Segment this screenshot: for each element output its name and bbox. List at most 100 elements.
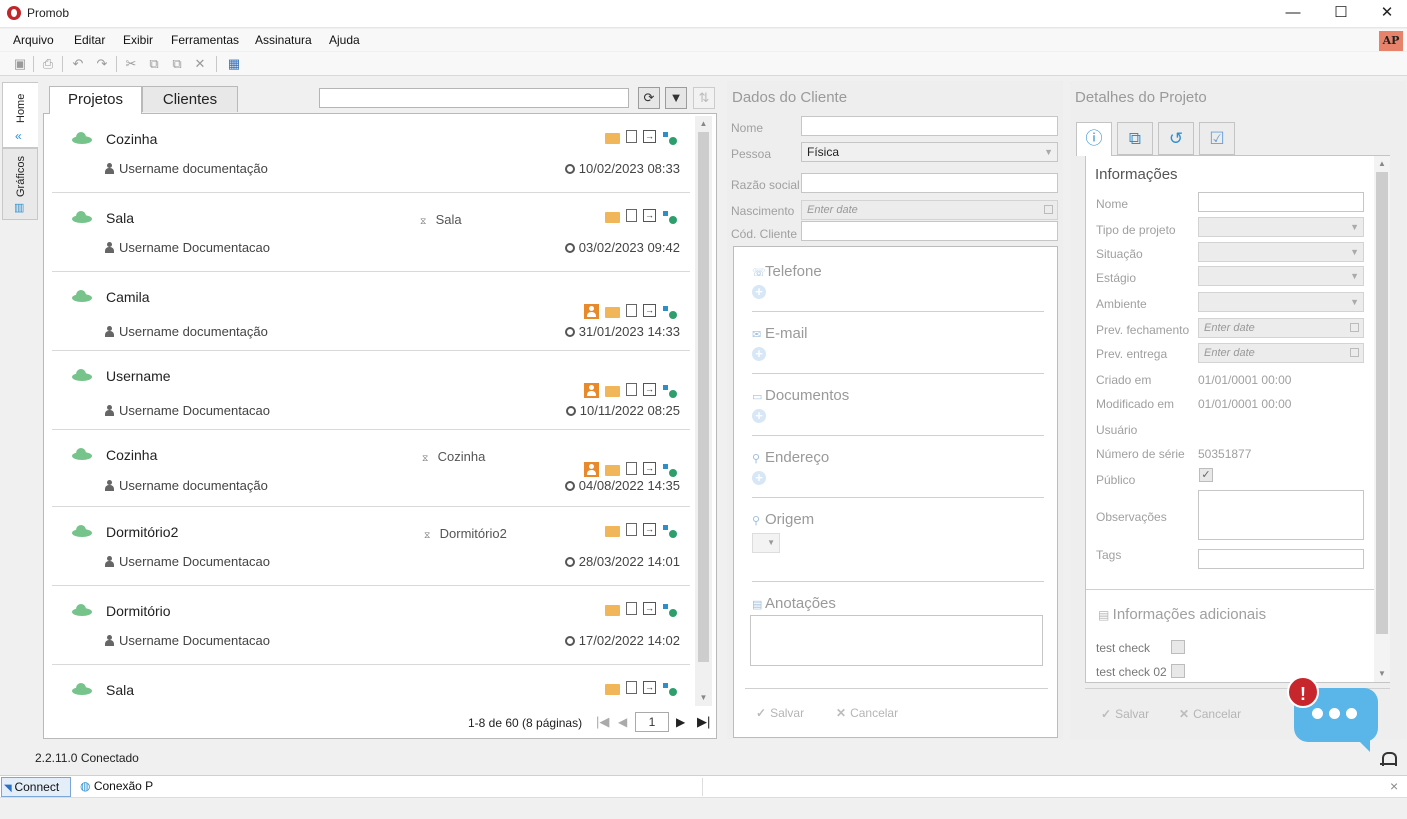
test-check-02-checkbox[interactable]: [1171, 664, 1185, 678]
refresh-button[interactable]: ⟳: [638, 87, 660, 109]
nascimento-input[interactable]: Enter date: [801, 200, 1058, 220]
anotacoes-textarea[interactable]: [750, 615, 1043, 666]
filter-button[interactable]: ▼: [665, 87, 687, 109]
next-page-button[interactable]: ▶: [676, 715, 685, 735]
tab-checklist[interactable]: ☑: [1199, 122, 1235, 155]
add-environment-icon[interactable]: [662, 523, 678, 538]
duplicate-icon[interactable]: [626, 209, 637, 222]
add-documento-icon[interactable]: +: [752, 409, 766, 423]
tab-clientes[interactable]: Clientes: [142, 86, 238, 112]
add-environment-icon[interactable]: [662, 602, 678, 617]
tab-history[interactable]: ↺: [1158, 122, 1194, 155]
menu-arquivo[interactable]: Arquivo: [13, 33, 54, 47]
add-email-icon[interactable]: +: [752, 347, 766, 361]
duplicate-icon[interactable]: [626, 681, 637, 694]
publico-checkbox[interactable]: ✓: [1199, 468, 1213, 482]
conexao-button[interactable]: ◍ Conexão P: [80, 777, 153, 797]
add-environment-icon[interactable]: [662, 462, 678, 477]
minimize-button[interactable]: —: [1270, 0, 1316, 28]
prev-entrega-input[interactable]: Enter date: [1198, 343, 1364, 363]
project-row[interactable]: Username → Username Documentacao 10/11/2…: [52, 351, 690, 430]
client-cancel-button[interactable]: ✕ Cancelar: [836, 706, 898, 720]
observacoes-textarea[interactable]: [1198, 490, 1364, 540]
open-folder-icon[interactable]: [605, 307, 620, 318]
layout-icon[interactable]: ▦: [225, 55, 243, 73]
origem-select[interactable]: ▼: [752, 533, 780, 553]
strip-close-button[interactable]: ×: [1390, 777, 1398, 797]
open-folder-icon[interactable]: [605, 465, 620, 476]
redo-icon[interactable]: ↷: [93, 55, 111, 73]
export-icon[interactable]: →: [643, 602, 656, 615]
alert-badge[interactable]: !: [1287, 676, 1319, 708]
calendar-icon[interactable]: [1044, 205, 1053, 214]
add-environment-icon[interactable]: [662, 383, 678, 398]
project-cancel-button[interactable]: ✕ Cancelar: [1179, 707, 1241, 721]
connect-button[interactable]: ◥ Connect: [1, 777, 71, 797]
calendar-icon[interactable]: [1350, 323, 1359, 332]
export-icon[interactable]: →: [643, 523, 656, 536]
project-row[interactable]: Dormitório2 ⧖ Dormitório2 → Username Doc…: [52, 507, 690, 586]
delete-icon[interactable]: ✕: [191, 55, 209, 73]
cod-input[interactable]: [801, 221, 1058, 241]
add-endereco-icon[interactable]: +: [752, 471, 766, 485]
nome-input[interactable]: [801, 116, 1058, 136]
open-folder-icon[interactable]: [605, 526, 620, 537]
scroll-up-icon[interactable]: ▲: [1374, 156, 1390, 172]
tab-graficos[interactable]: Gráficos ▥: [2, 148, 38, 220]
project-row[interactable]: Sala ⧖ Sala → Username Documentacao 03/0…: [52, 193, 690, 272]
project-row[interactable]: Camila → Username documentação 31/01/202…: [52, 272, 690, 351]
menu-editar[interactable]: Editar: [74, 33, 105, 47]
duplicate-icon[interactable]: [626, 462, 637, 475]
tab-projetos[interactable]: Projetos: [49, 86, 142, 114]
ambiente-select[interactable]: ▼: [1198, 292, 1364, 312]
menu-assinatura[interactable]: Assinatura: [255, 33, 312, 47]
save-icon[interactable]: ▣: [11, 55, 29, 73]
scroll-thumb[interactable]: [698, 132, 709, 662]
project-row[interactable]: Sala →: [52, 665, 690, 705]
client-icon[interactable]: [584, 304, 599, 319]
export-icon[interactable]: →: [643, 209, 656, 222]
duplicate-icon[interactable]: [626, 523, 637, 536]
razao-input[interactable]: [801, 173, 1058, 193]
duplicate-icon[interactable]: [626, 304, 637, 317]
tags-input[interactable]: [1198, 549, 1364, 569]
project-row[interactable]: Dormitório → Username Documentacao 17/02…: [52, 586, 690, 665]
last-page-button[interactable]: ▶|: [697, 714, 710, 734]
menu-ajuda[interactable]: Ajuda: [329, 33, 360, 47]
open-folder-icon[interactable]: [605, 212, 620, 223]
add-environment-icon[interactable]: [662, 304, 678, 319]
export-icon[interactable]: →: [643, 130, 656, 143]
undo-icon[interactable]: ↶: [69, 55, 87, 73]
client-save-button[interactable]: ✓ Salvar: [756, 706, 804, 720]
add-environment-icon[interactable]: [662, 681, 678, 696]
scroll-up-icon[interactable]: ▲: [695, 116, 712, 132]
maximize-button[interactable]: ☐: [1318, 0, 1364, 28]
export-icon[interactable]: →: [643, 383, 656, 396]
project-scrollbar[interactable]: ▲ ▼: [1374, 156, 1390, 682]
paste-icon[interactable]: ⧉: [168, 55, 186, 73]
pessoa-select[interactable]: Física ▼: [801, 142, 1058, 162]
project-row[interactable]: Cozinha ⧖ Cozinha → Username documentaçã…: [52, 430, 690, 507]
duplicate-icon[interactable]: [626, 602, 637, 615]
open-folder-icon[interactable]: [605, 386, 620, 397]
add-telefone-icon[interactable]: +: [752, 285, 766, 299]
test-check-checkbox[interactable]: [1171, 640, 1185, 654]
client-icon[interactable]: [584, 383, 599, 398]
scroll-down-icon[interactable]: ▼: [695, 690, 712, 706]
close-button[interactable]: ✕: [1364, 0, 1407, 28]
open-folder-icon[interactable]: [605, 133, 620, 144]
project-row[interactable]: Cozinha → Username documentação 10/02/20…: [52, 114, 690, 193]
print-icon[interactable]: ⎙: [39, 55, 57, 73]
add-environment-icon[interactable]: [662, 209, 678, 224]
scroll-thumb[interactable]: [1376, 172, 1388, 634]
open-folder-icon[interactable]: [605, 605, 620, 616]
export-icon[interactable]: →: [643, 462, 656, 475]
add-environment-icon[interactable]: [662, 130, 678, 145]
sort-button[interactable]: ⇅: [693, 87, 715, 109]
page-number-input[interactable]: 1: [635, 712, 669, 732]
bell-icon[interactable]: [1380, 750, 1397, 768]
prev-page-button[interactable]: ◀: [618, 715, 627, 735]
tab-home[interactable]: Home «: [2, 82, 38, 148]
export-icon[interactable]: →: [643, 304, 656, 317]
proj-nome-input[interactable]: [1198, 192, 1364, 212]
